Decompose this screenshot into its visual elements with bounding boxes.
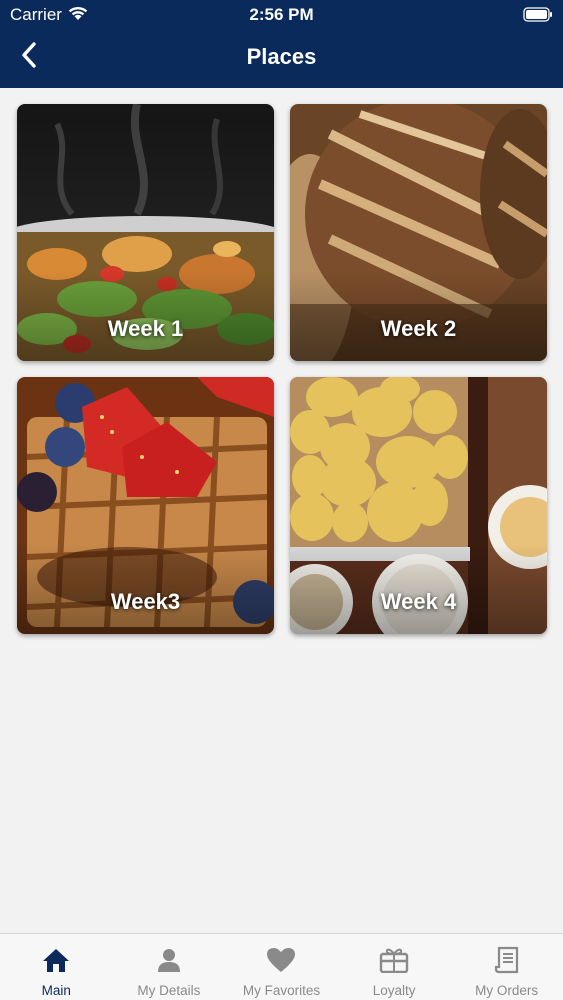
person-icon [154,946,184,974]
place-card-week-4[interactable]: Week 4 [290,377,547,634]
tab-label: Loyalty [372,983,416,998]
place-card-label: Week 2 [380,316,457,341]
gift-card-icon [379,946,409,974]
receipt-icon [492,946,522,974]
place-card-label: Week 1 [107,316,184,341]
status-time: 2:56 PM [249,5,314,24]
place-card-week-3[interactable]: Week3 [17,377,274,634]
tab-label: My Orders [475,983,539,998]
bottom-tab-bar: Main My Details My Favorites Loyalty My … [0,933,563,1000]
status-bar: Carrier 2:56 PM [0,0,563,30]
battery-icon [523,7,553,27]
place-card-week-1[interactable]: Week 1 [17,104,274,361]
tab-main[interactable]: Main [0,934,113,1000]
place-card-label: Week3 [110,589,181,614]
tab-my-favorites[interactable]: My Favorites [225,934,338,1000]
tab-label: My Details [137,983,201,998]
tab-loyalty[interactable]: Loyalty [338,934,451,1000]
heart-icon [266,946,296,974]
home-icon [41,946,71,974]
tab-my-details[interactable]: My Details [113,934,226,1000]
place-card-week-2[interactable]: Week 2 [290,104,547,361]
place-card-label: Week 4 [380,589,457,614]
page-title: Places [246,44,317,69]
tab-label: My Favorites [242,983,321,998]
tab-label: Main [41,983,71,998]
tab-my-orders[interactable]: My Orders [450,934,563,1000]
navigation-header: Carrier 2:56 PM Places [0,0,563,88]
